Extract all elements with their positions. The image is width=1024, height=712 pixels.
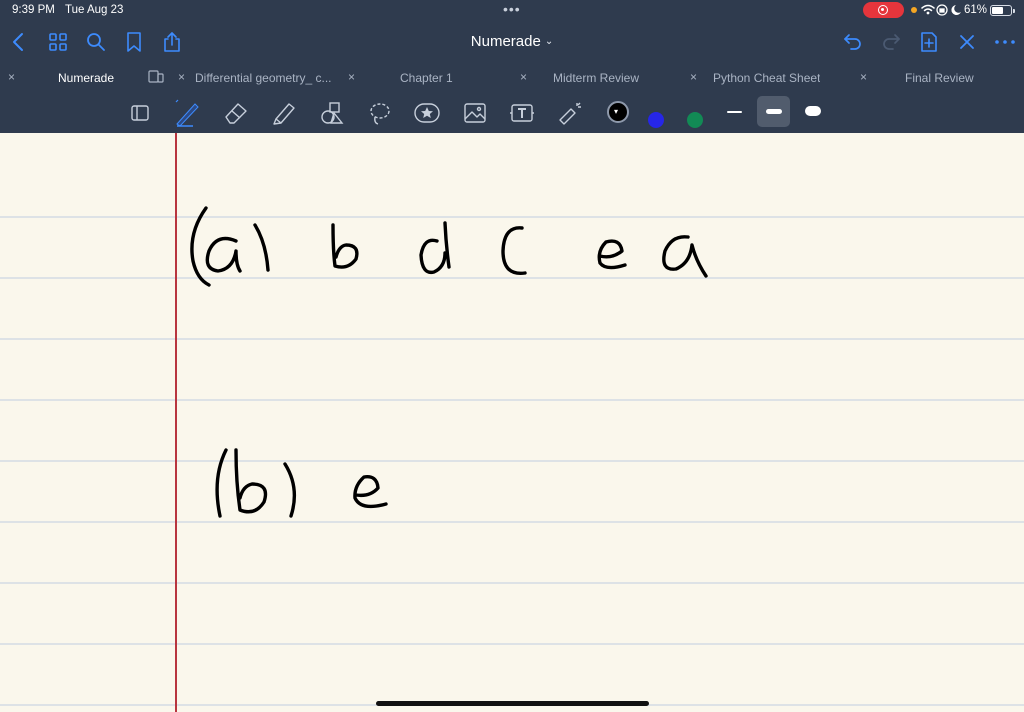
handwriting-line-a bbox=[190, 206, 708, 287]
do-not-disturb-icon bbox=[951, 5, 961, 15]
pen-toolbar bbox=[0, 92, 1024, 133]
status-time: 9:39 PM bbox=[12, 4, 55, 16]
orientation-lock-icon bbox=[936, 4, 948, 16]
color-green-swatch[interactable] bbox=[687, 112, 703, 128]
tab-close-icon[interactable]: × bbox=[8, 70, 15, 84]
tab-differential-geometry[interactable]: × Differential geometry_ c... bbox=[170, 63, 340, 92]
chevron-down-icon: ▾ bbox=[614, 107, 619, 116]
handwritten-letter-a bbox=[662, 235, 708, 278]
tab-close-icon[interactable]: × bbox=[690, 70, 697, 84]
tab-close-icon[interactable]: × bbox=[860, 70, 867, 84]
color-black-swatch[interactable]: ▾ bbox=[607, 101, 629, 123]
tab-midterm-review[interactable]: × Midterm Review bbox=[512, 63, 682, 92]
stroke-width-thin[interactable] bbox=[727, 111, 742, 113]
text-tool-icon[interactable] bbox=[508, 99, 536, 127]
stroke-width-medium[interactable] bbox=[766, 109, 782, 114]
handwritten-letter-b bbox=[234, 448, 268, 514]
navigation-bar: Numerade ⌄ bbox=[0, 22, 1024, 62]
highlighter-icon[interactable] bbox=[270, 99, 298, 127]
more-icon[interactable] bbox=[994, 31, 1016, 53]
tab-python-cheat-sheet[interactable]: × Python Cheat Sheet bbox=[682, 63, 852, 92]
add-page-icon[interactable] bbox=[918, 31, 940, 53]
tab-chapter-1[interactable]: × Chapter 1 bbox=[340, 63, 512, 92]
document-title-text: Numerade bbox=[470, 33, 541, 50]
read-only-icon[interactable] bbox=[126, 99, 154, 127]
eraser-icon[interactable] bbox=[222, 99, 250, 127]
handwritten-paren-open bbox=[215, 448, 228, 518]
tab-label: Differential geometry_ c... bbox=[195, 71, 332, 85]
microphone-indicator-icon bbox=[911, 7, 917, 13]
tab-bar: × Numerade × Differential geometry_ c...… bbox=[0, 63, 1024, 92]
tab-numerade[interactable]: × Numerade bbox=[0, 63, 170, 92]
tab-label: Numerade bbox=[58, 71, 115, 85]
handwritten-paren-close bbox=[283, 462, 297, 518]
handwritten-paren-close bbox=[253, 223, 270, 272]
redo-icon[interactable] bbox=[880, 31, 902, 53]
document-title[interactable]: Numerade ⌄ bbox=[0, 33, 1024, 50]
handwritten-letter-e bbox=[597, 239, 627, 270]
tab-label: Final Review bbox=[905, 71, 974, 85]
tab-label: Python Cheat Sheet bbox=[713, 71, 821, 85]
tab-close-icon[interactable]: × bbox=[178, 70, 185, 84]
image-icon[interactable] bbox=[461, 99, 489, 127]
split-view-icon[interactable] bbox=[148, 70, 164, 83]
sticker-icon[interactable] bbox=[413, 99, 441, 127]
pen-icon[interactable] bbox=[173, 99, 201, 127]
handwritten-paren-open bbox=[190, 206, 211, 287]
undo-icon[interactable] bbox=[842, 31, 864, 53]
home-indicator[interactable] bbox=[376, 701, 649, 706]
tab-label: Midterm Review bbox=[553, 71, 640, 85]
handwriting-layer bbox=[190, 206, 708, 518]
handwritten-letter-e bbox=[353, 475, 388, 509]
close-icon[interactable] bbox=[956, 31, 978, 53]
stroke-width-thick[interactable] bbox=[805, 106, 821, 116]
lasso-icon[interactable] bbox=[366, 99, 394, 127]
system-icons bbox=[921, 4, 961, 16]
note-page[interactable] bbox=[0, 133, 1024, 712]
battery-icon bbox=[990, 5, 1015, 16]
tab-close-icon[interactable]: × bbox=[520, 70, 527, 84]
chevron-down-icon: ⌄ bbox=[544, 36, 554, 47]
status-date: Tue Aug 23 bbox=[65, 4, 124, 16]
screen-recording-icon[interactable] bbox=[863, 2, 904, 18]
handwritten-letter-d bbox=[419, 221, 451, 275]
multitasking-dots[interactable]: ••• bbox=[503, 1, 521, 17]
tab-close-icon[interactable]: × bbox=[348, 70, 355, 84]
color-blue-swatch[interactable] bbox=[648, 112, 664, 128]
shapes-icon[interactable] bbox=[318, 99, 346, 127]
battery-percent: 61% bbox=[964, 4, 988, 16]
handwritten-letter-a bbox=[205, 236, 242, 273]
wifi-icon bbox=[921, 4, 935, 12]
handwritten-letter-c bbox=[501, 226, 527, 276]
handwriting-line-b bbox=[215, 448, 388, 518]
laser-pointer-icon[interactable] bbox=[557, 99, 585, 127]
status-bar: 9:39 PM Tue Aug 23 ••• 61% bbox=[0, 0, 1024, 22]
handwritten-letter-b bbox=[331, 223, 359, 269]
tab-final-review[interactable]: × Final Review bbox=[852, 63, 1024, 92]
tab-label: Chapter 1 bbox=[400, 71, 453, 85]
